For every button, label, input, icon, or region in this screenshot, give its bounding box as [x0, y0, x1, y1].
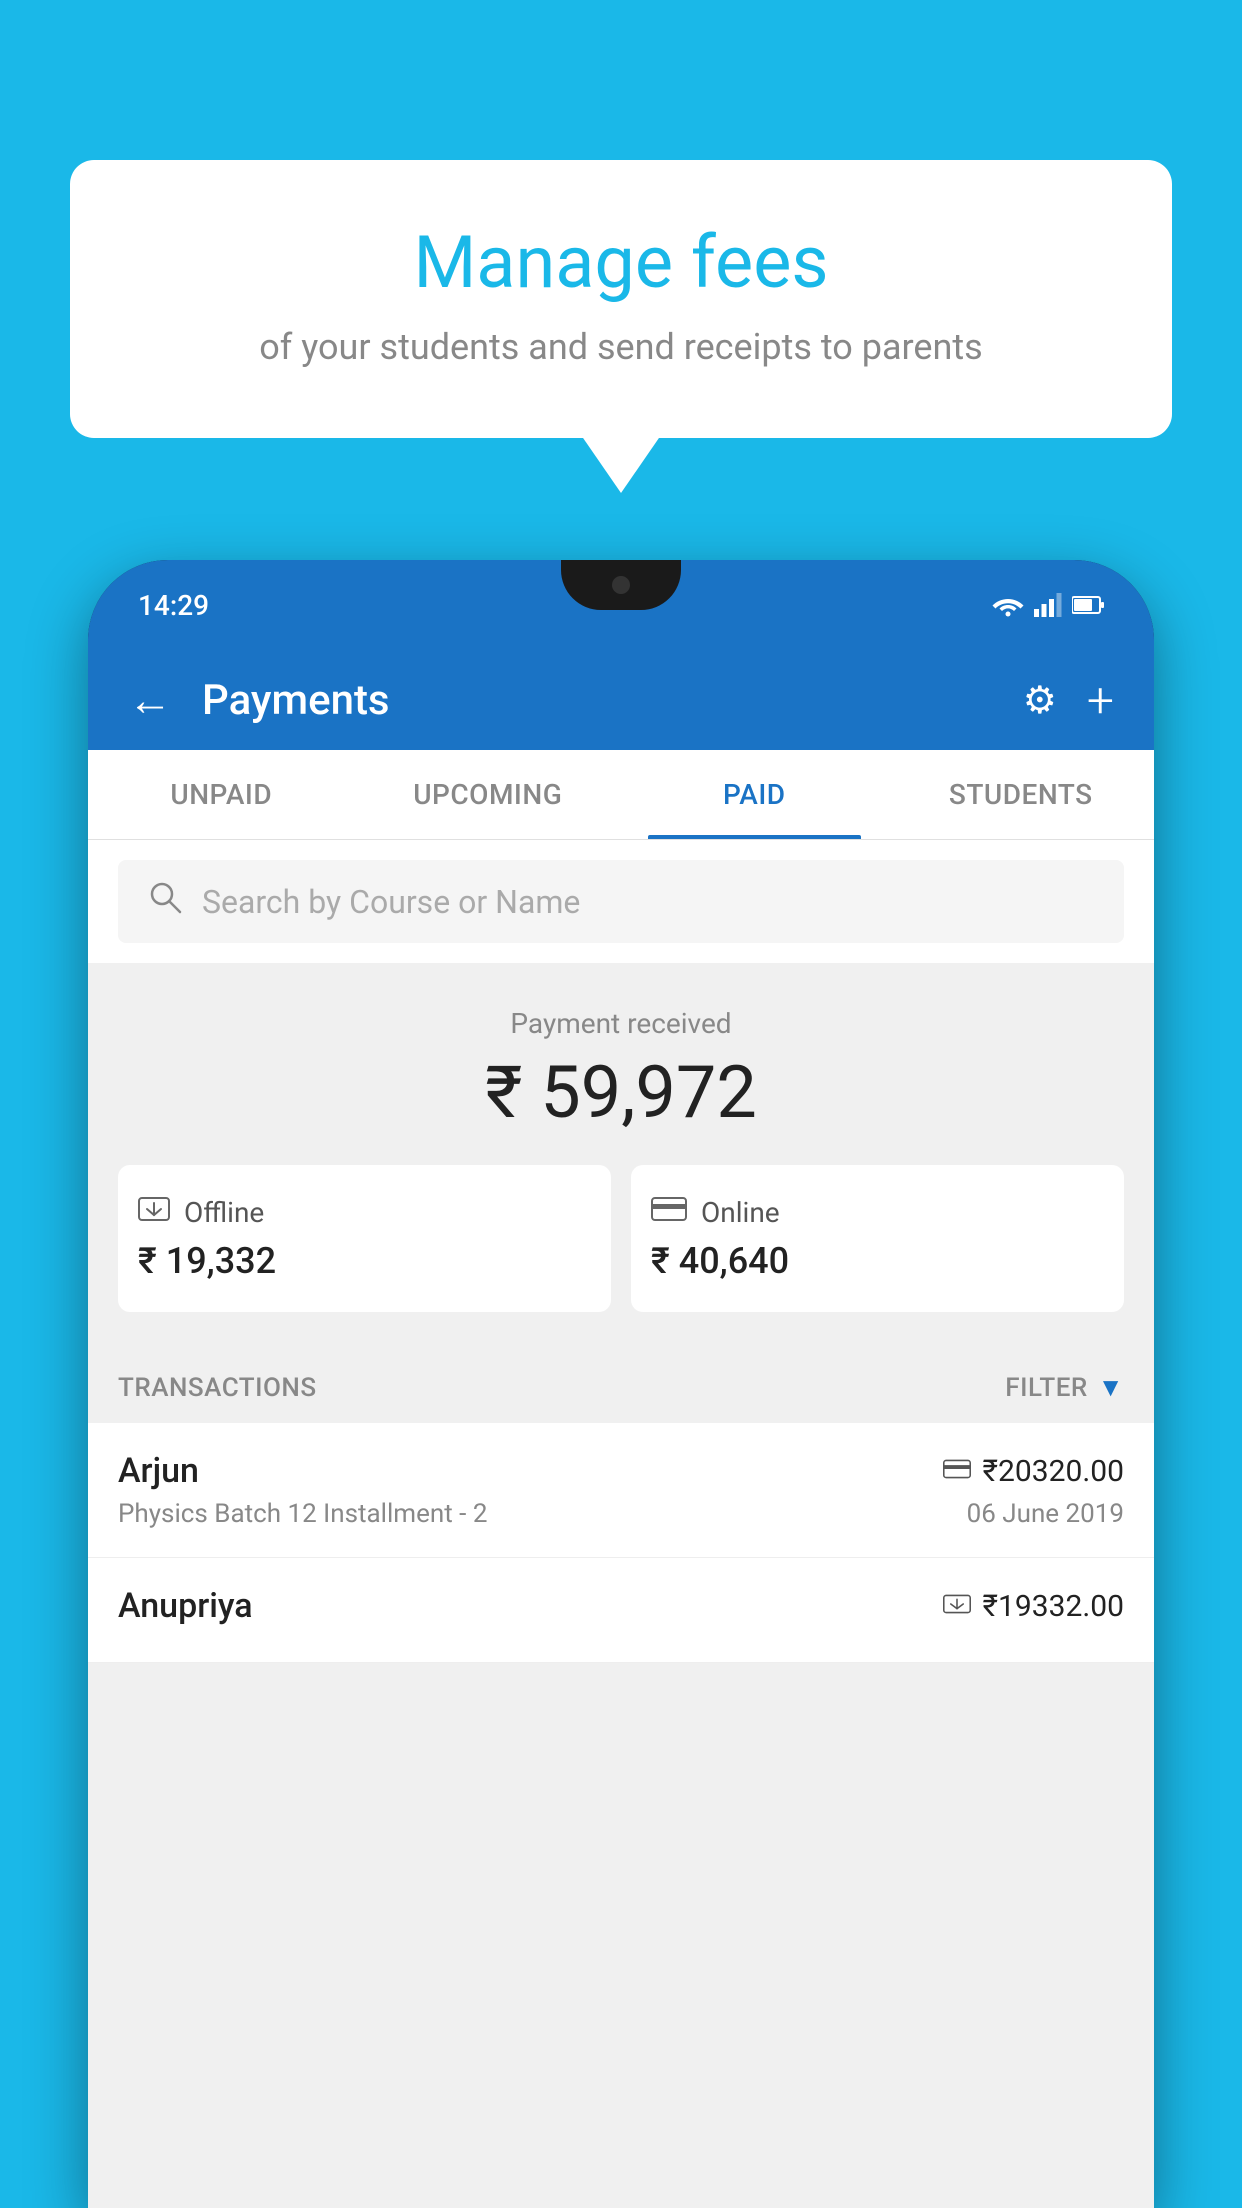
- speech-bubble: Manage fees of your students and send re…: [70, 160, 1172, 438]
- transaction-type-icon: [943, 1458, 971, 1484]
- transaction-amount: ₹19332.00: [983, 1589, 1124, 1624]
- bubble-title: Manage fees: [110, 220, 1132, 306]
- transaction-amount: ₹20320.00: [983, 1454, 1124, 1489]
- filter-label: FILTER: [1005, 1373, 1087, 1403]
- back-button[interactable]: ←: [128, 678, 172, 722]
- payment-received-label: Payment received: [118, 1007, 1124, 1040]
- payment-summary: Payment received ₹ 59,972: [88, 967, 1154, 1342]
- tab-upcoming[interactable]: UPCOMING: [355, 750, 622, 839]
- signal-icon: [1034, 593, 1062, 617]
- page-title: Payments: [202, 676, 993, 725]
- tab-unpaid[interactable]: UNPAID: [88, 750, 355, 839]
- tab-students[interactable]: STUDENTS: [888, 750, 1155, 839]
- online-amount: ₹ 40,640: [651, 1240, 1104, 1282]
- transaction-row-top: Arjun ₹20320.00: [118, 1451, 1124, 1491]
- tab-paid[interactable]: PAID: [621, 750, 888, 839]
- online-payment-card: Online ₹ 40,640: [631, 1165, 1124, 1312]
- transaction-amount-row: ₹20320.00: [943, 1454, 1124, 1489]
- transactions-label: TRANSACTIONS: [118, 1373, 317, 1403]
- transaction-name: Arjun: [118, 1451, 199, 1491]
- offline-icon: [138, 1195, 170, 1230]
- online-card-header: Online: [651, 1195, 1104, 1230]
- transaction-row-top: Anupriya ₹19332.00: [118, 1586, 1124, 1626]
- payment-total-amount: ₹ 59,972: [118, 1050, 1124, 1135]
- wifi-icon: [992, 593, 1024, 617]
- bubble-subtitle: of your students and send receipts to pa…: [110, 326, 1132, 368]
- transaction-course: Physics Batch 12 Installment - 2: [118, 1499, 487, 1529]
- phone-frame: 14:29: [88, 560, 1154, 2208]
- camera: [612, 576, 630, 594]
- search-box[interactable]: Search by Course or Name: [118, 860, 1124, 943]
- offline-payment-card: Offline ₹ 19,332: [118, 1165, 611, 1312]
- online-label: Online: [701, 1196, 780, 1229]
- search-icon: [148, 880, 182, 923]
- status-time: 14:29: [138, 589, 209, 622]
- transaction-type-icon: [943, 1593, 971, 1619]
- phone-screen: UNPAID UPCOMING PAID STUDENTS: [88, 750, 1154, 2208]
- settings-icon[interactable]: ⚙: [1023, 678, 1057, 723]
- transaction-row-bottom: Physics Batch 12 Installment - 2 06 June…: [118, 1499, 1124, 1529]
- filter-button[interactable]: FILTER ▼: [1005, 1372, 1124, 1403]
- filter-icon: ▼: [1098, 1372, 1124, 1403]
- tabs-bar: UNPAID UPCOMING PAID STUDENTS: [88, 750, 1154, 840]
- transactions-header: TRANSACTIONS FILTER ▼: [88, 1342, 1154, 1423]
- app-header: ← Payments ⚙ +: [88, 650, 1154, 750]
- search-placeholder: Search by Course or Name: [202, 883, 580, 921]
- offline-card-header: Offline: [138, 1195, 591, 1230]
- transaction-amount-row: ₹19332.00: [943, 1589, 1124, 1624]
- transaction-item[interactable]: Anupriya ₹19332.00: [88, 1558, 1154, 1663]
- add-button[interactable]: +: [1087, 672, 1114, 729]
- status-icons: [992, 593, 1104, 617]
- transaction-date: 06 June 2019: [967, 1499, 1124, 1529]
- payment-cards: Offline ₹ 19,332: [118, 1165, 1124, 1312]
- transaction-name: Anupriya: [118, 1586, 253, 1626]
- header-actions: ⚙ +: [1023, 672, 1114, 729]
- battery-icon: [1072, 595, 1104, 615]
- status-bar: 14:29: [88, 560, 1154, 650]
- transaction-item[interactable]: Arjun ₹20320.00 Physics Batch 12 Install…: [88, 1423, 1154, 1558]
- offline-label: Offline: [184, 1196, 264, 1229]
- phone-notch: [561, 560, 681, 610]
- card-icon: [651, 1195, 687, 1230]
- speech-bubble-container: Manage fees of your students and send re…: [70, 160, 1172, 438]
- offline-amount: ₹ 19,332: [138, 1240, 591, 1282]
- search-container: Search by Course or Name: [88, 840, 1154, 963]
